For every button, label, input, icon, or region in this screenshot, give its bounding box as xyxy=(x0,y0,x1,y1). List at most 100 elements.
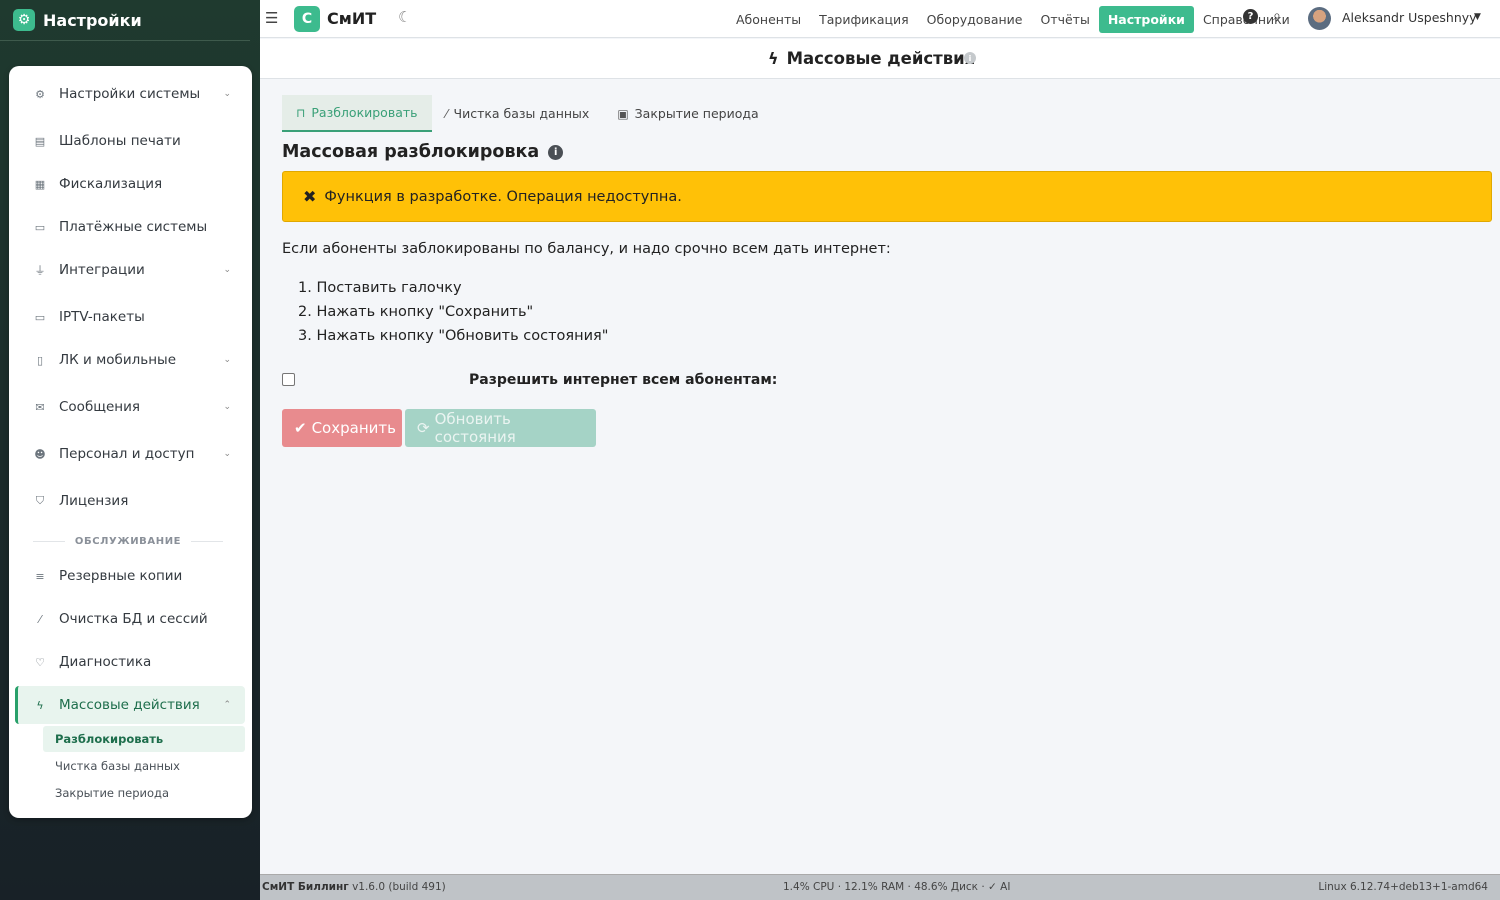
sidebar-item-label: Лицензия xyxy=(59,493,129,509)
sidebar-item-label: Шаблоны печати xyxy=(59,133,181,149)
sidebar-brand[interactable]: ⚙ Настройки xyxy=(0,0,250,41)
sidebar-menu: ⚙ Настройки системы ⌄ ▤ Шаблоны печати ▦… xyxy=(9,66,252,818)
sidebar-item-system-settings[interactable]: ⚙ Настройки системы ⌄ xyxy=(15,75,245,113)
calendar-check-icon: ▣ xyxy=(617,106,629,121)
sidebar-item-diagnostics[interactable]: ♡ Диагностика xyxy=(15,643,245,681)
app-logo[interactable]: С xyxy=(294,6,320,32)
sidebar-subitem-unblock[interactable]: Разблокировать xyxy=(43,726,245,752)
sidebar-item-fiscalization[interactable]: ▦ Фискализация xyxy=(15,165,245,203)
sidebar-item-backups[interactable]: ≡ Резервные копии xyxy=(15,557,245,595)
nav-link-subscribers[interactable]: Абоненты xyxy=(727,6,810,33)
sidebar-item-label: Сообщения xyxy=(59,399,141,415)
tab-label: Разблокировать xyxy=(311,105,418,120)
sidebar-item-db-cleanup[interactable]: ⁄ Очистка БД и сессий xyxy=(15,600,245,638)
sidebar-item-label: Персонал и доступ xyxy=(59,446,195,462)
sidebar-item-label: Массовые действия xyxy=(59,697,200,713)
printer-icon: ▤ xyxy=(34,134,46,148)
sidebar-item-label: Интеграции xyxy=(59,262,145,278)
hamburger-menu-icon[interactable]: ☰ xyxy=(265,9,278,27)
database-icon: ≡ xyxy=(35,569,45,583)
steps-list: 1. Поставить галочку 2. Нажать кнопку "С… xyxy=(298,280,608,352)
footer: СмИТ Биллинг v1.6.0 (build 491) 1.4% CPU… xyxy=(260,874,1500,900)
sidebar-item-label: Очистка БД и сессий xyxy=(59,611,208,627)
bolt-icon: ϟ xyxy=(768,49,779,68)
sidebar-brand-title: Настройки xyxy=(43,10,142,30)
plug-icon: ⏚ xyxy=(34,264,46,277)
nav-link-equipment[interactable]: Оборудование xyxy=(918,6,1032,33)
divider xyxy=(191,541,223,542)
shield-icon: ⛉ xyxy=(35,494,45,507)
user-name[interactable]: Aleksandr Uspeshnyy xyxy=(1342,10,1477,25)
credit-card-icon: ▭ xyxy=(34,220,46,234)
dark-mode-toggle-icon[interactable]: ☾ xyxy=(398,8,411,26)
tv-icon: ▭ xyxy=(34,310,46,324)
nav-link-tariffs[interactable]: Тарификация xyxy=(810,6,918,33)
sidebar-item-staff[interactable]: ☻ Персонал и доступ ⌄ xyxy=(15,435,245,473)
refresh-icon: ⟳ xyxy=(417,419,430,437)
save-button[interactable]: ✔ Сохранить xyxy=(282,409,402,447)
chevron-down-icon: ⌄ xyxy=(223,449,231,459)
envelope-icon: ✉ xyxy=(35,400,45,414)
broom-icon: ⁄ xyxy=(39,612,41,626)
sidebar-item-label: Диагностика xyxy=(59,654,152,670)
save-button-label: Сохранить xyxy=(311,419,396,437)
bolt-icon: ϟ xyxy=(36,698,44,712)
sidebar-section-label: ОБСЛУЖИВАНИЕ xyxy=(74,536,182,547)
sidebar-item-messages[interactable]: ✉ Сообщения ⌄ xyxy=(15,388,245,426)
main-nav: Абоненты Тарификация Оборудование Отчёты… xyxy=(727,6,1299,33)
allow-internet-checkbox[interactable] xyxy=(282,373,295,386)
stethoscope-icon: ♡ xyxy=(35,655,45,669)
chevron-down-icon: ⌄ xyxy=(223,89,231,99)
section-heading-text: Массовая разблокировка xyxy=(282,142,540,162)
info-icon[interactable]: i xyxy=(548,144,564,160)
tabs: ⊓ Разблокировать ⁄ Чистка базы данных ▣ … xyxy=(282,95,773,132)
sidebar-item-label: Платёжные системы xyxy=(59,219,208,235)
sidebar-section-service: ОБСЛУЖИВАНИЕ xyxy=(33,536,223,547)
page-title-text: Массовые действия xyxy=(786,49,976,68)
list-item: 1. Поставить галочку xyxy=(298,280,462,296)
top-navbar: ☰ С СмИТ ☾ Абоненты Тарификация Оборудов… xyxy=(260,0,1500,38)
page-title: ϟ Массовые действия xyxy=(768,49,975,68)
app-logo-text[interactable]: СмИТ xyxy=(327,9,376,28)
tab-db-cleanup[interactable]: ⁄ Чистка базы данных xyxy=(432,95,604,132)
checkbox-label: Разрешить интернет всем абонентам: xyxy=(469,372,778,388)
help-icon[interactable]: ? xyxy=(1243,9,1258,24)
sidebar-item-license[interactable]: ⛉ Лицензия xyxy=(15,482,245,520)
chevron-down-icon: ⌄ xyxy=(223,402,231,412)
avatar[interactable] xyxy=(1308,7,1331,30)
gear-icon: ⚙ xyxy=(13,9,35,31)
sidebar-subitem-period-close[interactable]: Закрытие периода xyxy=(43,780,245,806)
tools-icon: ✖ xyxy=(303,187,317,206)
info-icon[interactable]: i xyxy=(964,52,976,64)
sidebar-subitem-db-cleanup[interactable]: Чистка базы данных xyxy=(43,753,245,779)
check-icon: ✔ xyxy=(294,419,307,437)
nav-link-reports[interactable]: Отчёты xyxy=(1031,6,1098,33)
sidebar-item-integrations[interactable]: ⏚ Интеграции ⌄ xyxy=(15,251,245,289)
sidebar: ⚙ Настройки ⚙ Настройки системы ⌄ ▤ Шабл… xyxy=(0,0,260,900)
section-heading: Массовая разблокировка i xyxy=(282,142,564,162)
description-text: Если абоненты заблокированы по балансу, … xyxy=(282,241,891,257)
tab-period-close[interactable]: ▣ Закрытие периода xyxy=(603,95,772,132)
sidebar-item-mass-actions[interactable]: ϟ Массовые действия ⌃ xyxy=(15,686,245,724)
refresh-button-label: Обновить состояния xyxy=(434,410,516,446)
main-content: ⊓ Разблокировать ⁄ Чистка базы данных ▣ … xyxy=(260,80,1500,874)
chevron-down-icon: ⌄ xyxy=(223,355,231,365)
caret-down-icon[interactable]: ▼ xyxy=(1474,12,1481,22)
sidebar-item-label: ЛК и мобильные xyxy=(59,352,177,368)
sidebar-item-print-templates[interactable]: ▤ Шаблоны печати xyxy=(15,122,245,160)
nav-link-settings[interactable]: Настройки xyxy=(1098,6,1194,33)
tab-unblock[interactable]: ⊓ Разблокировать xyxy=(282,95,432,132)
sidebar-item-payment-systems[interactable]: ▭ Платёжные системы xyxy=(15,208,245,246)
footer-version: v1.6.0 (build 491) xyxy=(352,881,446,893)
sidebar-item-mobile[interactable]: ▯ ЛК и мобильные ⌄ xyxy=(15,341,245,379)
page-header: ϟ Массовые действия i xyxy=(260,39,1500,79)
users-icon: ☻ xyxy=(34,447,46,461)
refresh-states-button[interactable]: ⟳ Обновить состояния xyxy=(405,409,596,447)
cogs-icon: ⚙ xyxy=(35,87,45,101)
alert-text: Функция в разработке. Операция недоступн… xyxy=(324,188,682,205)
search-icon[interactable]: ⌕ xyxy=(1273,8,1281,24)
sidebar-item-iptv[interactable]: ▭ IPTV-пакеты xyxy=(15,298,245,336)
divider xyxy=(33,541,65,542)
sidebar-item-label: Настройки системы xyxy=(59,86,201,102)
footer-os: Linux 6.12.74+deb13+1-amd64 xyxy=(1318,881,1488,893)
